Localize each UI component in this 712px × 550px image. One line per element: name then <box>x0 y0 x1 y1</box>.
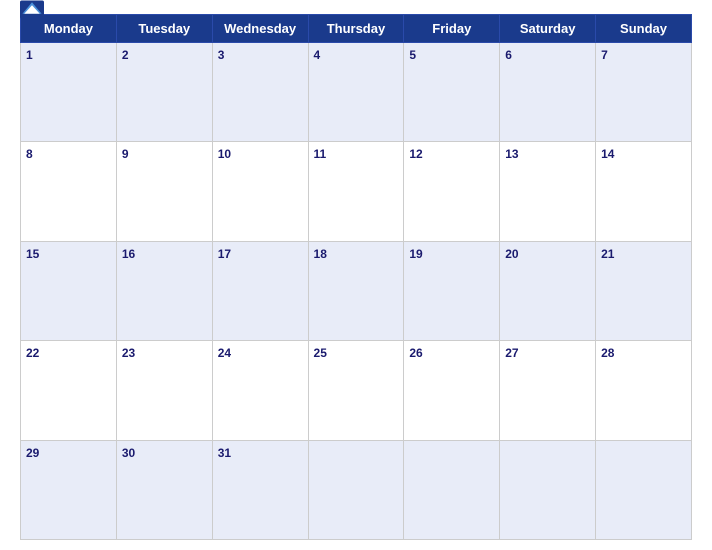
calendar-cell: 17 <box>212 241 308 340</box>
calendar-cell: 11 <box>308 142 404 241</box>
day-number: 8 <box>26 147 33 161</box>
day-number: 1 <box>26 48 33 62</box>
calendar-week-row: 1 2 3 4 5 6 7 <box>21 43 692 142</box>
day-number: 13 <box>505 147 518 161</box>
calendar-cell <box>500 440 596 539</box>
calendar-cell: 25 <box>308 341 404 440</box>
calendar-cell: 10 <box>212 142 308 241</box>
calendar-week-row: 22 23 24 25 26 27 28 <box>21 341 692 440</box>
day-number: 31 <box>218 446 231 460</box>
calendar-header-row: MondayTuesdayWednesdayThursdayFridaySatu… <box>21 15 692 43</box>
calendar-cell: 14 <box>596 142 692 241</box>
calendar-cell: 27 <box>500 341 596 440</box>
calendar-cell <box>308 440 404 539</box>
calendar-body: 1234567891011121314151617181920212223242… <box>21 43 692 540</box>
calendar-cell: 30 <box>116 440 212 539</box>
calendar-cell: 22 <box>21 341 117 440</box>
calendar-cell: 12 <box>404 142 500 241</box>
logo <box>20 1 44 20</box>
day-number: 28 <box>601 346 614 360</box>
day-number: 16 <box>122 247 135 261</box>
calendar-week-row: 29 30 31 <box>21 440 692 539</box>
day-number: 23 <box>122 346 135 360</box>
calendar-cell: 5 <box>404 43 500 142</box>
day-number: 24 <box>218 346 231 360</box>
day-number: 15 <box>26 247 39 261</box>
day-number: 21 <box>601 247 614 261</box>
day-number: 27 <box>505 346 518 360</box>
calendar-cell: 28 <box>596 341 692 440</box>
calendar-cell: 6 <box>500 43 596 142</box>
day-number: 11 <box>314 147 327 161</box>
day-header-wednesday: Wednesday <box>212 15 308 43</box>
calendar-cell: 9 <box>116 142 212 241</box>
day-number: 17 <box>218 247 231 261</box>
day-number: 22 <box>26 346 39 360</box>
calendar-cell <box>596 440 692 539</box>
calendar-cell: 21 <box>596 241 692 340</box>
day-number: 14 <box>601 147 614 161</box>
calendar-cell: 16 <box>116 241 212 340</box>
calendar-cell: 2 <box>116 43 212 142</box>
day-header-saturday: Saturday <box>500 15 596 43</box>
day-number: 9 <box>122 147 129 161</box>
day-header-friday: Friday <box>404 15 500 43</box>
day-header-tuesday: Tuesday <box>116 15 212 43</box>
day-number: 29 <box>26 446 39 460</box>
day-header-thursday: Thursday <box>308 15 404 43</box>
calendar-week-row: 8 9 10 11 12 13 14 <box>21 142 692 241</box>
day-number: 4 <box>314 48 321 62</box>
calendar-cell: 18 <box>308 241 404 340</box>
day-number: 18 <box>314 247 327 261</box>
calendar-cell: 13 <box>500 142 596 241</box>
day-number: 26 <box>409 346 422 360</box>
day-number: 25 <box>314 346 327 360</box>
day-number: 12 <box>409 147 422 161</box>
day-number: 7 <box>601 48 608 62</box>
calendar-cell: 8 <box>21 142 117 241</box>
calendar-table: MondayTuesdayWednesdayThursdayFridaySatu… <box>20 14 692 540</box>
day-number: 5 <box>409 48 416 62</box>
calendar-cell: 26 <box>404 341 500 440</box>
calendar-cell: 3 <box>212 43 308 142</box>
calendar-cell: 7 <box>596 43 692 142</box>
calendar-cell: 15 <box>21 241 117 340</box>
day-number: 10 <box>218 147 231 161</box>
calendar-cell: 31 <box>212 440 308 539</box>
calendar-week-row: 15 16 17 18 19 20 21 <box>21 241 692 340</box>
calendar-cell: 24 <box>212 341 308 440</box>
calendar-cell: 19 <box>404 241 500 340</box>
day-number: 19 <box>409 247 422 261</box>
day-number: 2 <box>122 48 129 62</box>
day-number: 20 <box>505 247 518 261</box>
day-number: 3 <box>218 48 225 62</box>
day-number: 30 <box>122 446 135 460</box>
calendar-cell: 20 <box>500 241 596 340</box>
calendar-cell: 1 <box>21 43 117 142</box>
day-number: 6 <box>505 48 512 62</box>
day-header-sunday: Sunday <box>596 15 692 43</box>
calendar-cell: 4 <box>308 43 404 142</box>
calendar-cell: 29 <box>21 440 117 539</box>
calendar-cell <box>404 440 500 539</box>
calendar-cell: 23 <box>116 341 212 440</box>
